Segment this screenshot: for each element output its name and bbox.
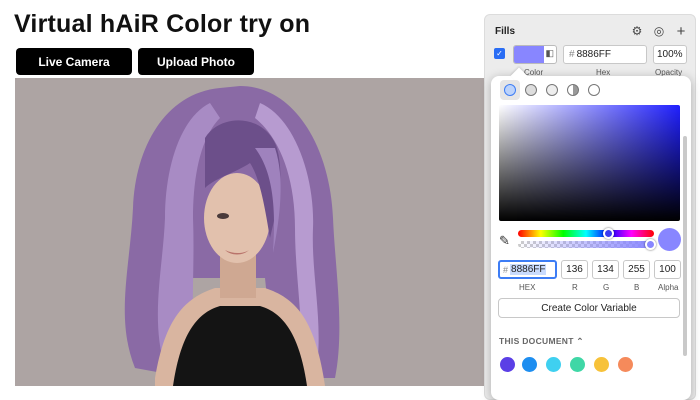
angular-mode-icon[interactable] bbox=[567, 84, 579, 96]
saturation-brightness-area[interactable] bbox=[499, 105, 680, 221]
picker-r-label: R bbox=[572, 283, 578, 292]
hex-hash: # bbox=[569, 49, 575, 60]
fill-visible-checkbox[interactable]: ✓ bbox=[494, 48, 505, 59]
color-picker-popover: ✎ #8886FF 136 134 255 100 HEX R G B Alph… bbox=[491, 67, 691, 400]
picker-alpha-label: Alpha bbox=[658, 283, 679, 292]
alpha-slider-handle[interactable] bbox=[645, 239, 656, 250]
fills-heading: Fills bbox=[495, 26, 516, 37]
fill-hex-value: 8886FF bbox=[576, 49, 612, 60]
hair-preview-photo bbox=[15, 78, 487, 386]
fill-hex-field[interactable]: #8886FF bbox=[563, 45, 647, 64]
checkmark-icon: ✓ bbox=[496, 49, 503, 58]
eyedropper-icon[interactable]: ✎ bbox=[499, 233, 510, 249]
fill-opacity-field[interactable]: 100% bbox=[653, 45, 687, 64]
document-swatch-5[interactable] bbox=[594, 357, 609, 372]
picker-b-label: B bbox=[634, 283, 640, 292]
create-color-variable-button[interactable]: Create Color Variable bbox=[498, 298, 680, 318]
picker-hex-input[interactable]: #8886FF bbox=[498, 260, 557, 279]
scrollbar[interactable] bbox=[683, 136, 687, 356]
linear-mode-icon[interactable] bbox=[525, 84, 537, 96]
picker-alpha-input[interactable]: 100 bbox=[654, 260, 681, 279]
hue-slider-handle[interactable] bbox=[603, 228, 614, 239]
swatch-color-fill bbox=[514, 46, 544, 63]
gear-icon[interactable]: ⚙ bbox=[629, 23, 645, 39]
document-swatch-2[interactable] bbox=[522, 357, 537, 372]
picker-hex-hash: # bbox=[503, 264, 509, 275]
picker-b-input[interactable]: 255 bbox=[623, 260, 650, 279]
plus-icon[interactable]: + bbox=[673, 23, 689, 40]
color-preview bbox=[658, 228, 681, 251]
live-camera-button[interactable]: Live Camera bbox=[16, 48, 132, 75]
alpha-slider[interactable] bbox=[518, 241, 654, 248]
picker-g-input[interactable]: 134 bbox=[592, 260, 619, 279]
portrait-illustration bbox=[15, 78, 487, 386]
document-swatch-4[interactable] bbox=[570, 357, 585, 372]
swatch-variable-icon: ◧ bbox=[545, 48, 554, 58]
document-swatch-6[interactable] bbox=[618, 357, 633, 372]
picker-g-label: G bbox=[603, 283, 610, 292]
document-swatch-3[interactable] bbox=[546, 357, 561, 372]
fill-color-swatch[interactable]: ◧ bbox=[513, 45, 557, 64]
picker-hex-value: 8886FF bbox=[510, 264, 547, 275]
radial-mode-icon[interactable] bbox=[546, 84, 558, 96]
picker-r-input[interactable]: 136 bbox=[561, 260, 588, 279]
picker-hex-label: HEX bbox=[519, 283, 536, 292]
this-document-label[interactable]: THIS DOCUMENT ⌃ bbox=[499, 336, 584, 347]
hue-slider[interactable] bbox=[518, 230, 654, 237]
style-icon[interactable]: ◎ bbox=[651, 23, 667, 39]
upload-photo-button[interactable]: Upload Photo bbox=[138, 48, 254, 75]
diamond-mode-icon[interactable] bbox=[588, 84, 600, 96]
page-title: Virtual hAiR Color try on bbox=[14, 10, 311, 38]
solid-mode-icon[interactable] bbox=[504, 84, 516, 96]
document-swatch-1[interactable] bbox=[500, 357, 515, 372]
